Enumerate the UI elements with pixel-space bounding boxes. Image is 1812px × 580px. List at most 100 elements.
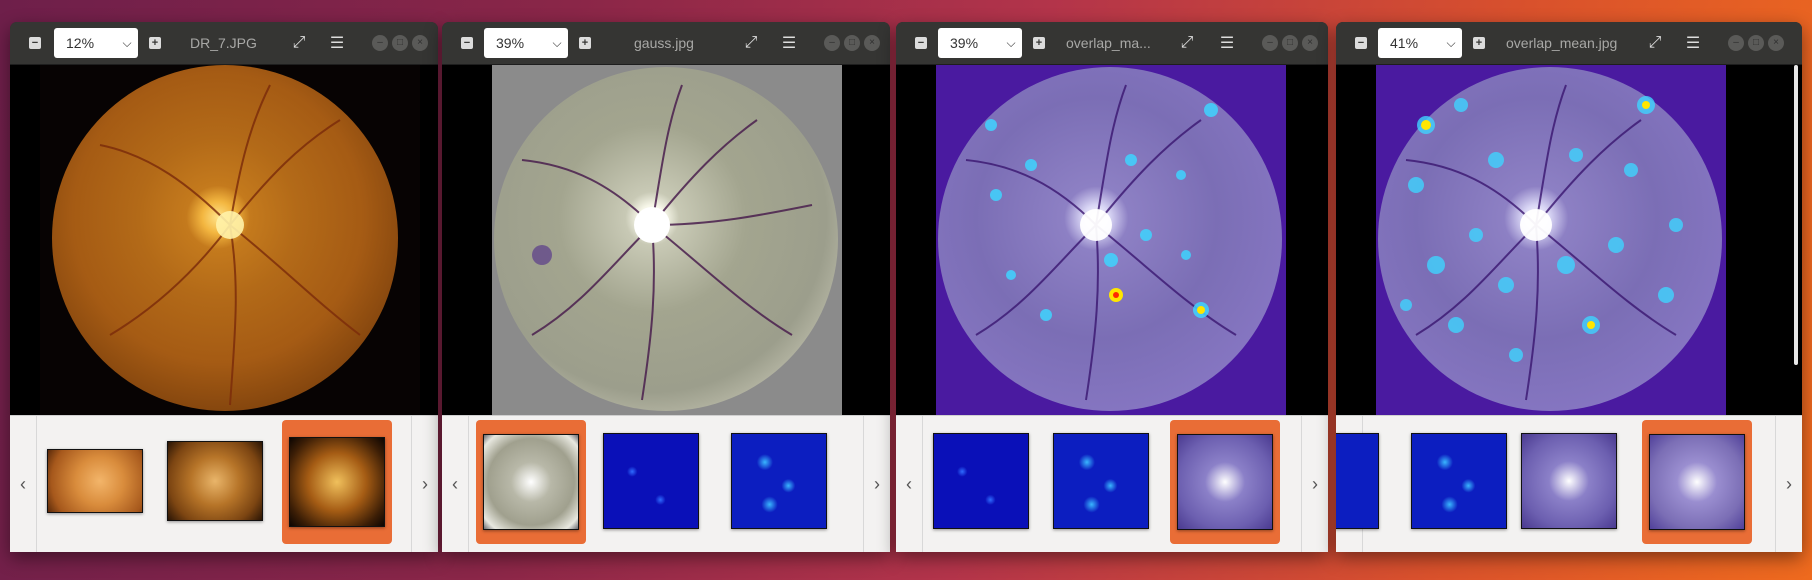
fullscreen-button[interactable]: ⤢ [286, 30, 312, 56]
fundus-image [936, 65, 1286, 415]
minus-icon: − [29, 37, 41, 49]
image-canvas[interactable] [896, 65, 1328, 415]
close-button[interactable]: × [1768, 35, 1784, 51]
previous-button[interactable]: ‹ [442, 416, 469, 552]
image-canvas[interactable] [442, 65, 890, 415]
fundus-image [492, 65, 842, 415]
minimize-icon: – [829, 37, 835, 48]
close-icon: × [417, 37, 423, 48]
close-button[interactable]: × [1302, 35, 1318, 51]
thumbnail-3[interactable] [724, 426, 834, 536]
window-title: overlap_ma... [1066, 35, 1151, 51]
next-button[interactable]: › [863, 416, 890, 552]
titlebar: − 41% ⌵ + overlap_mean.jpg ⤢ ☰ – □ × [1336, 22, 1802, 65]
chevron-down-icon: ⌵ [1006, 35, 1016, 50]
previous-button[interactable]: ‹ [10, 416, 37, 552]
menu-button[interactable]: ☰ [324, 30, 350, 56]
next-button[interactable]: › [1775, 416, 1802, 552]
minus-icon: − [915, 37, 927, 49]
minimize-icon: – [1267, 37, 1273, 48]
zoom-in-button[interactable]: + [1028, 32, 1050, 54]
hamburger-menu-icon: ☰ [1685, 35, 1701, 52]
chevron-right-icon: › [1786, 473, 1792, 494]
minimize-button[interactable]: – [372, 35, 388, 51]
vertical-scrollbar[interactable] [1794, 65, 1798, 365]
thumbnail-image [1053, 433, 1149, 529]
image-canvas[interactable] [1336, 65, 1802, 415]
zoom-out-button[interactable]: − [910, 32, 932, 54]
chevron-right-icon: › [1312, 473, 1318, 494]
thumbnail-1-selected[interactable] [476, 420, 586, 544]
fundus-image [40, 65, 420, 415]
titlebar: − 39% ⌵ + overlap_ma... ⤢ ☰ – □ × [896, 22, 1328, 65]
minimize-button[interactable]: – [1728, 35, 1744, 51]
window-title: DR_7.JPG [190, 35, 257, 51]
zoom-out-button[interactable]: − [24, 32, 46, 54]
thumbnail-1[interactable] [1404, 426, 1514, 536]
fullscreen-button[interactable]: ⤢ [738, 30, 764, 56]
zoom-select[interactable]: 39% ⌵ [484, 28, 568, 58]
window-title: gauss.jpg [634, 35, 694, 51]
thumbnail-image [47, 449, 143, 513]
menu-button[interactable]: ☰ [1214, 30, 1240, 56]
maximize-button[interactable]: □ [1748, 35, 1764, 51]
zoom-out-button[interactable]: − [1350, 32, 1372, 54]
menu-button[interactable]: ☰ [1680, 30, 1706, 56]
next-button[interactable]: › [1301, 416, 1328, 552]
thumbnail-2[interactable] [1046, 426, 1156, 536]
thumbnail-3-selected[interactable] [282, 420, 392, 544]
maximize-button[interactable]: □ [392, 35, 408, 51]
zoom-out-button[interactable]: − [456, 32, 478, 54]
thumbnail-3-selected[interactable] [1170, 420, 1280, 544]
fullscreen-button[interactable]: ⤢ [1642, 30, 1668, 56]
zoom-select[interactable]: 41% ⌵ [1378, 28, 1462, 58]
zoom-value: 12% [66, 35, 95, 51]
close-button[interactable]: × [864, 35, 880, 51]
zoom-in-button[interactable]: + [144, 32, 166, 54]
next-button[interactable]: › [411, 416, 438, 552]
image-viewer-window-3: − 39% ⌵ + overlap_ma... ⤢ ☰ – □ × ‹ › [896, 22, 1328, 552]
thumbnail-0-partial[interactable] [1336, 426, 1386, 536]
thumbnail-strip: ‹ › [442, 415, 890, 552]
zoom-select[interactable]: 12% ⌵ [54, 28, 138, 58]
zoom-select[interactable]: 39% ⌵ [938, 28, 1022, 58]
expand-icon: ⤢ [1180, 34, 1194, 51]
thumbnail-2[interactable] [1514, 426, 1624, 536]
zoom-in-button[interactable]: + [1468, 32, 1490, 54]
previous-button[interactable]: ‹ [896, 416, 923, 552]
expand-icon: ⤢ [292, 34, 306, 51]
thumbnail-image [933, 433, 1029, 529]
chevron-right-icon: › [422, 473, 428, 494]
thumbnail-1[interactable] [926, 426, 1036, 536]
minimize-button[interactable]: – [1262, 35, 1278, 51]
fundus-image [1376, 65, 1726, 415]
thumbnail-strip: ‹ › [1336, 415, 1802, 552]
thumbnail-2[interactable] [596, 426, 706, 536]
titlebar: − 39% ⌵ + gauss.jpg ⤢ ☰ – □ × [442, 22, 890, 65]
thumbnail-2[interactable] [160, 426, 270, 536]
zoom-in-button[interactable]: + [574, 32, 596, 54]
hamburger-menu-icon: ☰ [329, 35, 345, 52]
fullscreen-button[interactable]: ⤢ [1174, 30, 1200, 56]
thumbnail-image [1411, 433, 1507, 529]
thumbnail-1[interactable] [40, 426, 150, 536]
close-icon: × [1307, 37, 1313, 48]
thumbnail-image [731, 433, 827, 529]
plus-icon: + [149, 37, 161, 49]
menu-button[interactable]: ☰ [776, 30, 802, 56]
maximize-button[interactable]: □ [1282, 35, 1298, 51]
maximize-button[interactable]: □ [844, 35, 860, 51]
image-canvas[interactable] [10, 65, 438, 415]
close-icon: × [869, 37, 875, 48]
image-viewer-window-4: − 41% ⌵ + overlap_mean.jpg ⤢ ☰ – □ × › [1336, 22, 1802, 552]
minus-icon: − [461, 37, 473, 49]
thumbnail-3-selected[interactable] [1642, 420, 1752, 544]
close-button[interactable]: × [412, 35, 428, 51]
thumbnail-image [483, 434, 579, 530]
minimize-button[interactable]: – [824, 35, 840, 51]
zoom-value: 39% [496, 35, 525, 51]
chevron-down-icon: ⌵ [122, 35, 132, 50]
expand-icon: ⤢ [1648, 34, 1662, 51]
chevron-left-icon: ‹ [452, 473, 458, 494]
window-title: overlap_mean.jpg [1506, 35, 1618, 51]
